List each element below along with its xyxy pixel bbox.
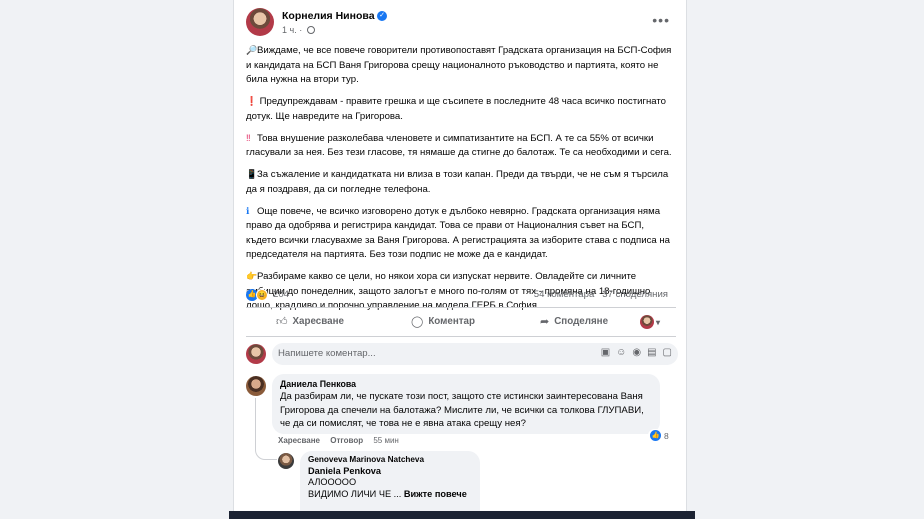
post-paragraph-text: За съжаление и кандидатката ни влиза в т… bbox=[246, 169, 669, 195]
comment-time[interactable]: 55 мин bbox=[373, 436, 399, 445]
taskbar-strip bbox=[229, 511, 695, 519]
reply-thread-line bbox=[255, 398, 277, 460]
post-paragraph: ℹ Още повече, че всичко изговорено дотук … bbox=[246, 204, 674, 263]
profile-avatar bbox=[639, 315, 654, 329]
post-paragraph: ❗ Предупреждавам - правите грешка и ще с… bbox=[246, 94, 674, 124]
comment-button[interactable]: ◯ Коментар bbox=[411, 315, 475, 328]
avatar-sticker-icon[interactable]: ▢ bbox=[663, 347, 672, 358]
post-body: 🔎Виждаме, че все повече говорители проти… bbox=[246, 43, 674, 320]
share-icon: ➦ bbox=[540, 316, 550, 328]
comment-text: Да разбирам ли, че пускате този пост, за… bbox=[280, 391, 644, 429]
like-button-label: Харесване bbox=[292, 316, 344, 327]
like-button[interactable]: 👍︎ Харесване bbox=[276, 315, 344, 328]
reply-text-line: АЛООООО bbox=[308, 477, 357, 487]
commenter-avatar[interactable] bbox=[246, 376, 266, 396]
comment-input[interactable]: Напишете коментар... ▣ ☺ ◉ ▤ ▢ bbox=[272, 343, 678, 365]
more-options-icon[interactable]: ••• bbox=[652, 12, 670, 28]
double-exclamation-icon: ‼ bbox=[246, 132, 251, 143]
comment-reply-link[interactable]: Отговор bbox=[330, 436, 363, 445]
reply-mention[interactable]: Daniela Penkova bbox=[308, 466, 472, 476]
comment-input-placeholder: Напишете коментар... bbox=[278, 348, 376, 359]
post-paragraph: 📱За съжаление и кандидатката ни влиза в … bbox=[246, 167, 674, 197]
post-paragraph: 🔎Виждаме, че все повече говорители проти… bbox=[246, 43, 674, 88]
post-meta: 1 ч. · bbox=[282, 25, 315, 35]
see-more-link[interactable]: Вижте повече bbox=[404, 489, 467, 499]
reply-text-truncated: ВИДИМО ЛИЧИ ЧЕ ... bbox=[308, 489, 402, 499]
like-reaction-icon: 👍 bbox=[650, 430, 661, 441]
author-avatar[interactable] bbox=[246, 8, 274, 36]
comment-composer: Напишете коментар... ▣ ☺ ◉ ▤ ▢ bbox=[246, 343, 678, 367]
share-button-label: Споделяне bbox=[554, 316, 609, 327]
chevron-down-icon: ▾ bbox=[655, 317, 660, 327]
reply-text-line: ВИДИМО ЛИЧИ ЧЕ ... Вижте повече bbox=[308, 488, 472, 500]
post-paragraph-text: Виждаме, че все повече говорители против… bbox=[246, 45, 672, 85]
post-paragraph-text: Това внушение разколебава членовете и си… bbox=[246, 132, 672, 159]
reactions-bar: 👍 😆 204 54 коментара 37 споделяния bbox=[246, 288, 676, 302]
verified-badge-icon: ✓ bbox=[377, 11, 387, 21]
comment-bubble: Даниела Пенкова Да разбирам ли, че пуска… bbox=[272, 374, 660, 434]
engagement-counts: 54 коментара 37 споделяния bbox=[534, 289, 668, 300]
post-card: Корнелия Нинова ✓ 1 ч. · ••• 🔎Виждаме, ч… bbox=[233, 0, 687, 519]
divider bbox=[246, 307, 676, 308]
post-as-selector[interactable]: ▾ bbox=[639, 315, 660, 329]
post-header: Корнелия Нинова ✓ 1 ч. · ••• bbox=[246, 8, 676, 38]
post-time[interactable]: 1 ч. bbox=[282, 25, 297, 35]
commenter-name[interactable]: Даниела Пенкова bbox=[280, 379, 652, 389]
divider bbox=[246, 336, 676, 337]
reactions-count[interactable]: 204 bbox=[273, 289, 289, 300]
comments-count[interactable]: 54 коментара bbox=[534, 289, 595, 300]
emoji-icon[interactable]: ☺ bbox=[616, 347, 626, 358]
globe-icon bbox=[306, 26, 315, 34]
reply-comment: Genoveva Marinova Natcheva Daniela Penko… bbox=[278, 451, 538, 511]
shares-count[interactable]: 37 споделяния bbox=[602, 289, 668, 300]
user-avatar bbox=[246, 344, 266, 364]
composer-tools: ▣ ☺ ◉ ▤ ▢ bbox=[601, 347, 672, 358]
comment-icon: ◯ bbox=[411, 316, 424, 328]
phone-icon: 📱 bbox=[246, 169, 258, 179]
share-button[interactable]: ➦ Споделяне bbox=[540, 315, 608, 328]
exclamation-icon: ❗ bbox=[246, 96, 258, 106]
post-paragraph: ‼ Това внушение разколебава членовете и с… bbox=[246, 131, 674, 161]
comment-meta: Харесване Отговор 55 мин bbox=[278, 436, 399, 445]
comment: Даниела Пенкова Да разбирам ли, че пуска… bbox=[246, 374, 676, 448]
thumbs-up-icon: 👍︎ bbox=[276, 316, 288, 328]
haha-reaction-icon[interactable]: 😆 bbox=[256, 289, 268, 301]
comment-button-label: Коментар bbox=[428, 316, 475, 327]
reply-bubble: Genoveva Marinova Natcheva Daniela Penko… bbox=[300, 451, 480, 511]
comment-reactions[interactable]: 👍 8 bbox=[648, 429, 671, 442]
author-name[interactable]: Корнелия Нинова bbox=[282, 10, 375, 22]
post-actions: 👍︎ Харесване ◯ Коментар ➦ Споделяне ▾ bbox=[246, 312, 676, 334]
post-paragraph-text: Още повече, че всичко изговорено дотук е… bbox=[246, 205, 671, 261]
pointing-hand-icon: 👉 bbox=[246, 271, 258, 281]
info-icon: ℹ bbox=[246, 205, 250, 216]
camera-icon[interactable]: ◉ bbox=[632, 347, 641, 358]
magnifier-icon: 🔎 bbox=[246, 45, 258, 55]
sticker-icon[interactable]: ▣ bbox=[601, 347, 610, 358]
gif-icon[interactable]: ▤ bbox=[647, 347, 656, 358]
comment-reactions-count: 8 bbox=[664, 430, 669, 441]
post-paragraph-text: Предупреждавам - правите грешка и ще със… bbox=[246, 96, 667, 122]
replier-name[interactable]: Genoveva Marinova Natcheva bbox=[308, 455, 472, 464]
comment-like-link[interactable]: Харесване bbox=[278, 436, 320, 445]
replier-avatar[interactable] bbox=[278, 453, 294, 469]
